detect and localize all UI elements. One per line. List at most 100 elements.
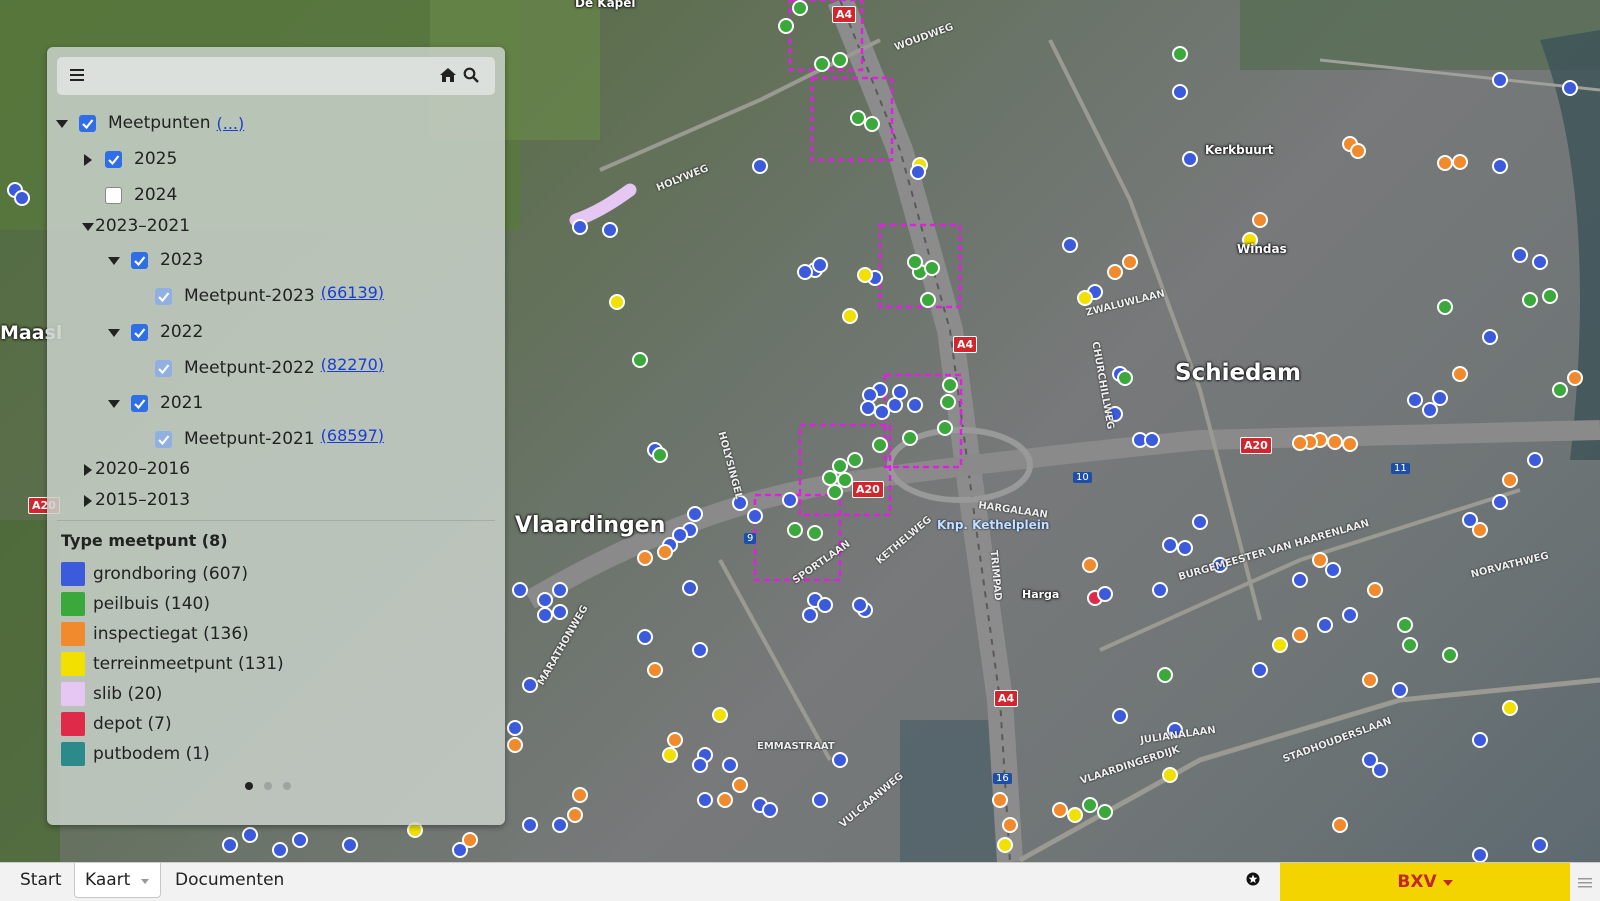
- map-marker-grondboring[interactable]: [802, 607, 818, 623]
- map-marker-inspectiegat[interactable]: [637, 550, 653, 566]
- map-marker-peilbuis[interactable]: [920, 292, 936, 308]
- map-marker-grondboring[interactable]: [552, 582, 568, 598]
- map-marker-peilbuis[interactable]: [807, 525, 823, 541]
- map-marker-grondboring[interactable]: [1062, 237, 1078, 253]
- expand-triangle-icon[interactable]: [81, 493, 95, 507]
- map-marker-grondboring[interactable]: [782, 492, 798, 508]
- map-marker-grondboring[interactable]: [892, 384, 908, 400]
- map-marker-grondboring[interactable]: [752, 158, 768, 174]
- map-marker-inspectiegat[interactable]: [717, 792, 733, 808]
- checkbox-meetpunten[interactable]: [79, 114, 96, 132]
- map-marker-peilbuis[interactable]: [814, 56, 830, 72]
- overflow-menu-icon[interactable]: [1578, 875, 1592, 894]
- map-marker-grondboring[interactable]: [1492, 158, 1508, 174]
- map-marker-grondboring[interactable]: [907, 397, 923, 413]
- map-marker-peilbuis[interactable]: [1117, 370, 1133, 386]
- map-marker-grondboring[interactable]: [817, 597, 833, 613]
- home-icon[interactable]: [439, 67, 457, 85]
- bxv-dropdown-button[interactable]: BXV: [1280, 863, 1570, 901]
- map-marker-grondboring[interactable]: [722, 757, 738, 773]
- map-marker-inspectiegat[interactable]: [1292, 435, 1308, 451]
- map-marker-grondboring[interactable]: [1144, 432, 1160, 448]
- map-marker-grondboring[interactable]: [1472, 847, 1488, 862]
- map-marker-inspectiegat[interactable]: [1252, 212, 1268, 228]
- collapse-triangle-icon[interactable]: [81, 219, 95, 233]
- map-marker-grondboring[interactable]: [1492, 494, 1508, 510]
- map-marker-peilbuis[interactable]: [1172, 46, 1188, 62]
- meetpunten-more-link[interactable]: (...): [217, 114, 245, 133]
- map-marker-inspectiegat[interactable]: [647, 662, 663, 678]
- map-marker-grondboring[interactable]: [1252, 662, 1268, 678]
- meetpunt-2023-count-link[interactable]: (66139): [321, 283, 384, 302]
- map-marker-grondboring[interactable]: [342, 837, 358, 853]
- checkbox-2023[interactable]: [131, 251, 148, 269]
- settings-icon[interactable]: [1245, 871, 1261, 891]
- tree-label-2020-2016[interactable]: 2020–2016: [95, 459, 190, 479]
- map-marker-grondboring[interactable]: [637, 629, 653, 645]
- map-marker-inspectiegat[interactable]: [572, 787, 588, 803]
- map-marker-grondboring[interactable]: [692, 642, 708, 658]
- map-marker-inspectiegat[interactable]: [1437, 155, 1453, 171]
- map-marker-grondboring[interactable]: [1317, 617, 1333, 633]
- map-marker-peilbuis[interactable]: [1397, 617, 1413, 633]
- map-marker-grondboring[interactable]: [1112, 708, 1128, 724]
- map-marker-inspectiegat[interactable]: [1502, 472, 1518, 488]
- map-marker-grondboring[interactable]: [1472, 732, 1488, 748]
- map-marker-peilbuis[interactable]: [902, 430, 918, 446]
- map-marker-peilbuis[interactable]: [632, 352, 648, 368]
- map-marker-grondboring[interactable]: [572, 219, 588, 235]
- map-marker-inspectiegat[interactable]: [732, 777, 748, 793]
- map-marker-grondboring[interactable]: [797, 264, 813, 280]
- map-marker-grondboring[interactable]: [1512, 247, 1528, 263]
- map-marker-peilbuis[interactable]: [1082, 797, 1098, 813]
- map-marker-terreinmeetpunt[interactable]: [1067, 807, 1083, 823]
- map-marker-peilbuis[interactable]: [872, 437, 888, 453]
- search-icon[interactable]: [463, 67, 481, 85]
- tab-start[interactable]: Start: [20, 863, 62, 897]
- map-marker-inspectiegat[interactable]: [1107, 264, 1123, 280]
- map-marker-peilbuis[interactable]: [1552, 382, 1568, 398]
- map-marker-inspectiegat[interactable]: [1292, 627, 1308, 643]
- map-marker-inspectiegat[interactable]: [992, 792, 1008, 808]
- map-marker-grondboring[interactable]: [1172, 84, 1188, 100]
- map-marker-terreinmeetpunt[interactable]: [1272, 637, 1288, 653]
- meetpunt-2021-count-link[interactable]: (68597): [321, 426, 384, 445]
- map-marker-grondboring[interactable]: [1532, 837, 1548, 853]
- map-marker-peilbuis[interactable]: [832, 458, 848, 474]
- map-marker-peilbuis[interactable]: [937, 420, 953, 436]
- map-marker-peilbuis[interactable]: [1442, 647, 1458, 663]
- map-marker-grondboring[interactable]: [552, 817, 568, 833]
- map-marker-peilbuis[interactable]: [837, 472, 853, 488]
- map-marker-grondboring[interactable]: [512, 582, 528, 598]
- map-marker-peilbuis[interactable]: [1402, 637, 1418, 653]
- collapse-triangle-icon[interactable]: [107, 396, 121, 410]
- map-marker-grondboring[interactable]: [687, 506, 703, 522]
- map-marker-inspectiegat[interactable]: [1052, 802, 1068, 818]
- map-marker-terreinmeetpunt[interactable]: [1162, 767, 1178, 783]
- map-marker-grondboring[interactable]: [242, 827, 258, 843]
- map-marker-peilbuis[interactable]: [847, 452, 863, 468]
- collapse-triangle-icon[interactable]: [55, 116, 69, 130]
- map-marker-grondboring[interactable]: [1482, 329, 1498, 345]
- checkbox-meetpunt-2021[interactable]: [155, 430, 172, 448]
- checkbox-2025[interactable]: [105, 150, 122, 168]
- map-marker-terreinmeetpunt[interactable]: [662, 747, 678, 763]
- map-marker-grondboring[interactable]: [682, 580, 698, 596]
- checkbox-meetpunt-2022[interactable]: [155, 359, 172, 377]
- checkbox-2024[interactable]: [105, 186, 122, 204]
- map-marker-grondboring[interactable]: [522, 677, 538, 693]
- map-marker-inspectiegat[interactable]: [1452, 366, 1468, 382]
- map-marker-peilbuis[interactable]: [1097, 804, 1113, 820]
- map-marker-terreinmeetpunt[interactable]: [842, 308, 858, 324]
- map-marker-peilbuis[interactable]: [827, 484, 843, 500]
- map-marker-grondboring[interactable]: [692, 757, 708, 773]
- map-marker-inspectiegat[interactable]: [1122, 254, 1138, 270]
- map-marker-grondboring[interactable]: [862, 387, 878, 403]
- map-marker-peilbuis[interactable]: [778, 18, 794, 34]
- map-marker-inspectiegat[interactable]: [1082, 557, 1098, 573]
- collapse-triangle-icon[interactable]: [107, 253, 121, 267]
- expand-triangle-icon[interactable]: [81, 152, 95, 166]
- collapse-triangle-icon[interactable]: [107, 325, 121, 339]
- map-marker-peilbuis[interactable]: [907, 254, 923, 270]
- map-marker-grondboring[interactable]: [852, 597, 868, 613]
